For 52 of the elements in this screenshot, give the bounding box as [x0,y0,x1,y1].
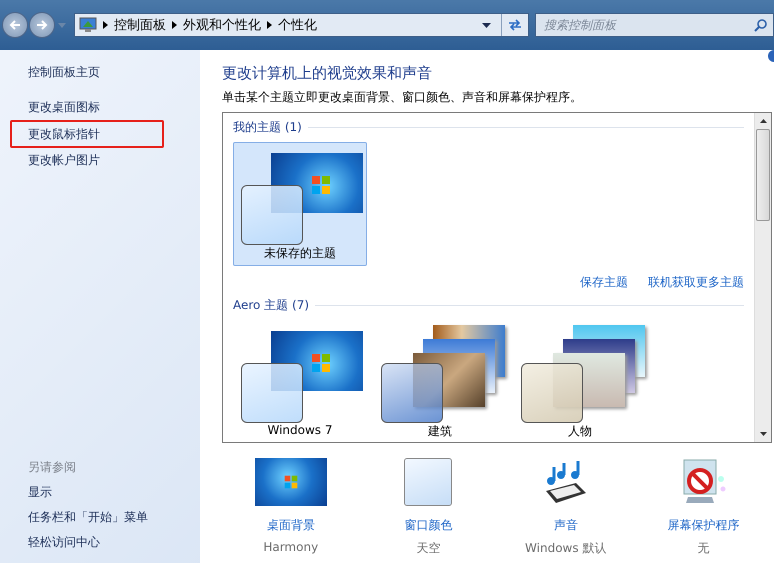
sidebar-link[interactable]: 控制面板主页 [28,60,200,85]
group-heading: 我的主题 (1) [233,119,302,136]
theme-tile[interactable]: 建筑 [373,320,507,442]
theme-name: Windows 7 [267,423,332,437]
setting-link[interactable]: 屏幕保护程序 [667,517,740,534]
search-icon [754,18,768,32]
setting-value: Windows 默认 [525,540,606,557]
link[interactable]: 保存主题 [580,274,628,291]
breadcrumb[interactable]: 个性化 [278,16,317,34]
wallpaper-thumbnail[interactable] [254,458,327,506]
setting-link[interactable]: 窗口颜色 [404,517,452,534]
theme-tile[interactable]: Windows 7 [233,320,367,442]
scroll-up-icon[interactable] [760,119,766,123]
arrow-right-icon [35,18,49,32]
scroll-thumb[interactable] [756,129,770,221]
sidebar-link[interactable]: 轻松访问中心 [28,530,200,555]
back-button[interactable] [2,12,28,38]
setting-link[interactable]: 声音 [554,517,578,534]
chevron-icon[interactable] [267,21,272,29]
chevron-icon[interactable] [172,21,177,29]
refresh-icon [507,18,523,32]
arrow-left-icon [8,18,22,32]
sidebar-link[interactable]: 更改鼠标指针 [10,120,164,148]
theme-name: 人物 [568,423,592,440]
group-heading: Aero 主题 (7) [233,297,310,314]
setting-value: Harmony [263,540,318,554]
chevron-icon[interactable] [103,21,108,29]
description-text: 单击某个主题立即更改桌面背景、窗口颜色、声音和屏幕保护程序。 [222,89,583,106]
address-bar[interactable]: 控制面板 外观和个性化 个性化 [74,13,529,37]
theme-tile[interactable]: 未保存的主题 [233,142,367,266]
theme-name: 建筑 [428,423,452,440]
theme-tile[interactable]: 人物 [513,320,647,442]
control-panel-icon [79,17,97,33]
breadcrumb[interactable]: 外观和个性化 [183,16,261,34]
sidebar-link[interactable]: 更改帐户图片 [28,148,200,173]
section-heading: 另请参阅 [28,459,77,476]
setting-value: 无 [697,540,710,557]
dropdown-icon[interactable] [482,22,491,28]
color-swatch[interactable] [404,458,452,506]
forward-button[interactable] [29,12,55,38]
theme-name: 未保存的主题 [264,245,336,262]
setting-value: 天空 [416,540,440,557]
scroll-down-icon[interactable] [760,432,766,436]
sidebar-link[interactable]: 任务栏和「开始」菜单 [28,505,200,530]
search-field[interactable]: 搜索控制面板 [535,13,774,37]
link[interactable]: 联机获取更多主题 [648,274,744,291]
sidebar-link[interactable]: 更改桌面图标 [28,95,200,120]
setting-link[interactable]: 桌面背景 [266,517,315,534]
page-title: 更改计算机上的视觉效果和声音 [222,64,433,83]
sidebar-link[interactable]: 显示 [28,480,200,505]
breadcrumb[interactable]: 控制面板 [114,16,166,34]
scrollbar[interactable] [754,113,771,442]
